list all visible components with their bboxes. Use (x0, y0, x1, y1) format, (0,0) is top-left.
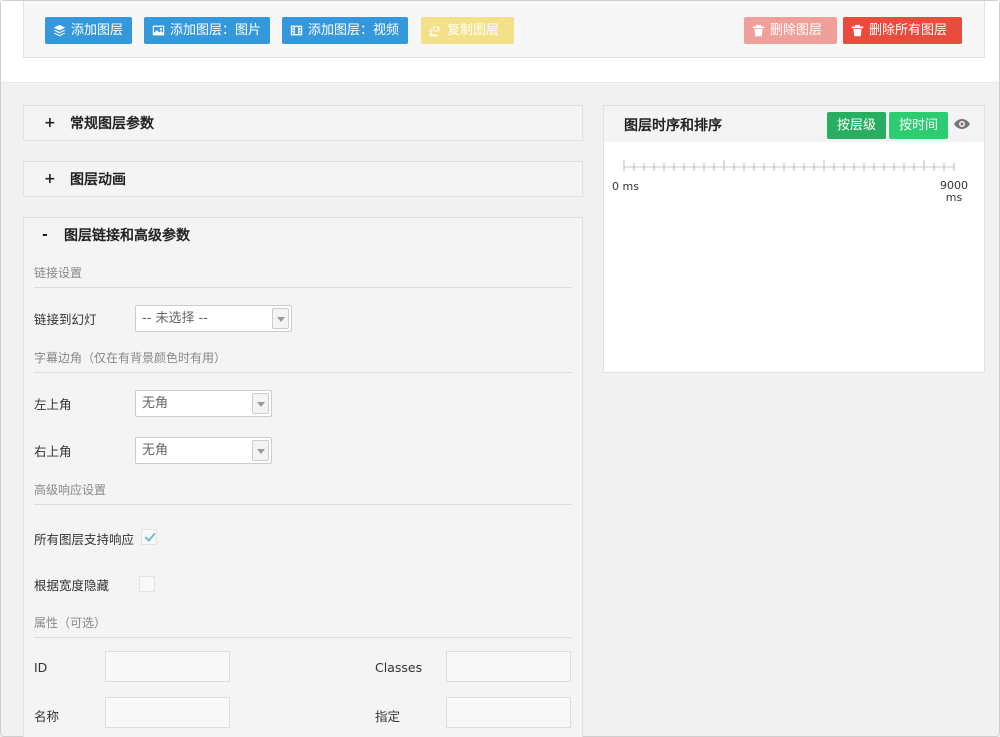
advanced-params-title: 图层链接和高级参数 (64, 228, 190, 244)
responsive-all-checkbox[interactable] (141, 529, 157, 545)
timeline-end-label: 9000 ms (940, 180, 968, 204)
responsive-all-label: 所有图层支持响应 (34, 532, 135, 547)
chevron-down-icon (252, 440, 269, 461)
delete-layer-label: 删除图层 (770, 23, 823, 38)
hide-by-width-checkbox[interactable] (139, 576, 155, 592)
classes-input[interactable] (446, 651, 571, 682)
layer-animation-title: 图层动画 (70, 172, 126, 188)
advanced-params-header[interactable]: - 图层链接和高级参数 (24, 218, 582, 252)
copy-icon (429, 26, 440, 37)
name-label: 名称 (34, 709, 60, 724)
expand-icon: + (44, 171, 56, 187)
add-video-layer-button[interactable]: 添加图层：视频 (282, 17, 409, 44)
general-params-title: 常规图层参数 (70, 116, 154, 132)
caption-corner-section: 字幕边角（仅在有背景颜色时有用） (34, 349, 572, 373)
assign-label: 指定 (375, 709, 401, 724)
sort-by-time-button[interactable]: 按时间 (889, 112, 949, 139)
top-right-corner-value: 无角 (142, 443, 169, 458)
add-video-layer-label: 添加图层：视频 (308, 23, 400, 38)
top-left-corner-value: 无角 (142, 396, 169, 411)
top-bar: 添加图层 添加图层：图片 添加图层：视频 复制图层 删除图层 删除所有图层 (1, 1, 999, 83)
trash-icon (851, 24, 864, 37)
collapse-icon: - (42, 227, 48, 243)
copy-layer-button[interactable]: 复制图层 (421, 17, 514, 44)
add-layer-label: 添加图层 (71, 23, 124, 38)
timeline-title: 图层时序和排序 (624, 118, 722, 134)
advanced-params-panel: - 图层链接和高级参数 链接设置 链接到幻灯 -- 未选择 -- 字幕边角（仅在… (23, 217, 583, 737)
top-left-corner-label: 左上角 (34, 397, 72, 412)
film-icon (290, 25, 303, 36)
sort-by-depth-button[interactable]: 按层级 (827, 112, 887, 139)
general-params-header[interactable]: + 常规图层参数 (24, 106, 582, 140)
responsive-settings-section: 高级响应设置 (34, 481, 572, 505)
trash-icon (752, 24, 765, 37)
link-to-slide-select[interactable]: -- 未选择 -- (135, 305, 292, 332)
chevron-down-icon (272, 308, 289, 329)
timeline-end-unit: ms (945, 191, 963, 204)
link-settings-section: 链接设置 (34, 264, 572, 288)
layer-toolbar: 添加图层 添加图层：图片 添加图层：视频 复制图层 删除图层 删除所有图层 (23, 1, 985, 58)
classes-label: Classes (375, 660, 423, 675)
delete-layer-button[interactable]: 删除图层 (744, 17, 837, 44)
link-to-slide-value: -- 未选择 -- (142, 311, 209, 326)
add-image-layer-button[interactable]: 添加图层：图片 (144, 17, 271, 44)
hide-by-width-label: 根据宽度隐藏 (34, 578, 110, 593)
id-input[interactable] (105, 651, 230, 682)
general-params-panel: + 常规图层参数 (23, 105, 583, 141)
layer-animation-header[interactable]: + 图层动画 (24, 162, 582, 196)
eye-icon[interactable] (954, 118, 970, 130)
id-label: ID (34, 660, 48, 675)
top-left-corner-select[interactable]: 无角 (135, 390, 272, 417)
timeline-start-label: 0 ms (612, 180, 639, 193)
image-icon (152, 25, 165, 36)
attributes-section: 属性（可选） (34, 614, 572, 638)
delete-all-layers-label: 删除所有图层 (869, 23, 948, 38)
assign-input[interactable] (446, 697, 571, 728)
chevron-down-icon (252, 393, 269, 414)
copy-layer-label: 复制图层 (447, 23, 500, 38)
layers-icon (53, 24, 66, 37)
app-frame: 添加图层 添加图层：图片 添加图层：视频 复制图层 删除图层 删除所有图层 + … (0, 0, 1000, 737)
add-layer-button[interactable]: 添加图层 (45, 17, 133, 44)
expand-icon: + (44, 115, 56, 131)
layer-animation-panel: + 图层动画 (23, 161, 583, 197)
delete-all-layers-button[interactable]: 删除所有图层 (843, 17, 962, 44)
timeline-ruler (623, 160, 955, 171)
top-right-corner-select[interactable]: 无角 (135, 437, 272, 464)
link-to-slide-label: 链接到幻灯 (34, 312, 97, 327)
timeline-panel: 图层时序和排序 按层级 按时间 0 ms 9000 ms (603, 105, 985, 373)
top-right-corner-label: 右上角 (34, 444, 72, 459)
add-image-layer-label: 添加图层：图片 (170, 23, 262, 38)
name-input[interactable] (105, 697, 230, 728)
